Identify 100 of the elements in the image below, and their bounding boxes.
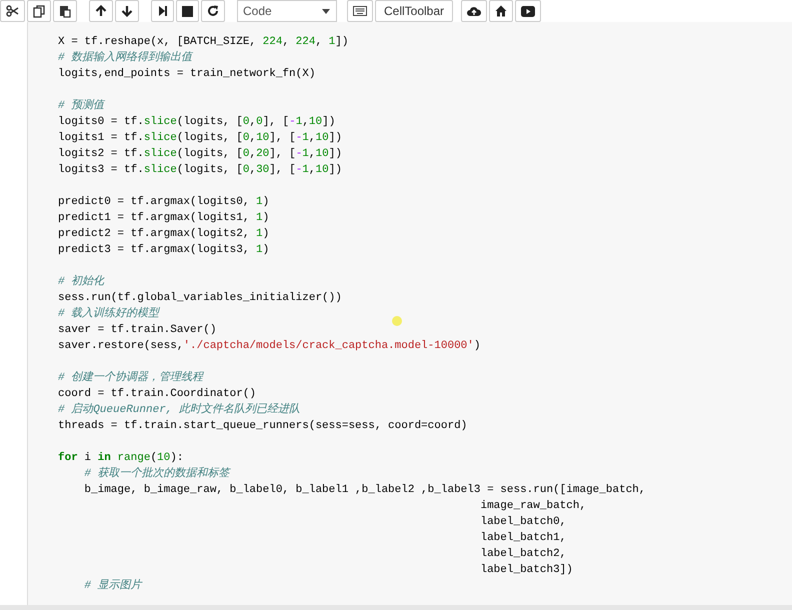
code-text: ) — [262, 212, 270, 224]
step-button[interactable] — [151, 0, 174, 22]
code-text: , — [249, 164, 256, 176]
code-text: ) — [262, 244, 270, 256]
code-text: coord = tf.train.Coordinator() — [58, 388, 256, 400]
code-text: , — [302, 116, 309, 128]
code-text: ]) — [322, 116, 336, 128]
code-comment: # 启动QueueRunner, 此时文件名队列已经进队 — [58, 404, 300, 416]
code-text: ]) — [335, 36, 348, 48]
code-operator: - — [296, 164, 302, 176]
code-text: ) — [474, 340, 480, 352]
keyboard-icon — [353, 6, 367, 16]
step-forward-icon — [158, 5, 168, 17]
code-builtin: range — [116, 452, 150, 464]
code-text: sess.run(tf.global_variables_initializer()) — [58, 292, 342, 304]
code-text: image_raw_batch, — [479, 500, 586, 512]
code-text: ) — [262, 196, 270, 208]
code-number: 1 — [296, 116, 302, 128]
cut-button[interactable] — [0, 0, 25, 22]
code-number: 20 — [256, 148, 270, 160]
code-builtin: slice — [144, 148, 177, 160]
upload-button[interactable] — [461, 0, 488, 22]
code-text: , — [315, 36, 324, 48]
code-number: 10 — [316, 148, 329, 160]
code-number: 10 — [256, 132, 270, 144]
code-comment: # 初始化 — [58, 276, 104, 288]
code-text: predict1 = tf.argmax(logits1, — [58, 212, 250, 224]
code-text: predict2 = tf.argmax(logits2, — [58, 228, 250, 240]
cursor-highlight-icon — [392, 316, 402, 326]
down-button[interactable] — [115, 0, 139, 22]
code-text: ], [ — [269, 164, 296, 176]
code-number: 10 — [308, 116, 322, 128]
code-text: saver.restore(sess, — [58, 340, 184, 352]
code-text: , — [249, 132, 256, 144]
code-text: ], [ — [262, 116, 290, 128]
code-number: 0 — [256, 116, 263, 128]
code-number: 1 — [256, 228, 263, 240]
code-text: , — [249, 148, 256, 160]
code-number: 1 — [302, 148, 309, 160]
code-string: './captcha/models/crack_captcha.model-10000' — [183, 340, 474, 352]
refresh-icon — [207, 5, 219, 17]
code-operator: - — [296, 148, 302, 160]
home-button[interactable] — [489, 0, 514, 22]
stop-button[interactable] — [176, 0, 199, 22]
code-text: saver = tf.train.Saver() — [58, 324, 216, 336]
code-number: 1 — [256, 244, 263, 256]
code-text: label_batch2, — [479, 548, 566, 560]
code-comment: # 创建一个协调器，管理线程 — [58, 372, 204, 384]
code-text: b_image, b_image_raw, b_label0, b_label1 ,b_label2 ,b_label3 = sess.run([image_batch, — [83, 484, 646, 496]
code-keyword: in — [98, 452, 111, 464]
code-text: i — [83, 452, 92, 464]
code-number: 224 — [262, 36, 282, 48]
code-text: ) — [262, 228, 270, 240]
code-text: ], [ — [269, 132, 296, 144]
code-text: ( — [150, 452, 158, 464]
code-comment: # 显示图片 — [83, 580, 142, 592]
cloud-upload-icon — [467, 6, 482, 16]
code-text: ], [ — [269, 148, 296, 160]
code-text: label_batch0, — [479, 516, 566, 528]
code-text: ]) — [328, 148, 342, 160]
code-number: 0 — [242, 132, 250, 144]
cell-toolbar-button[interactable]: CellToolbar — [375, 0, 454, 22]
code-number: 1 — [302, 164, 309, 176]
code-text: , — [249, 116, 256, 128]
copy-button[interactable] — [27, 0, 51, 22]
paste-button[interactable] — [53, 0, 77, 22]
code-text: X = tf.reshape(x, [BATCH_SIZE, — [58, 36, 258, 48]
code-operator: - — [289, 116, 296, 128]
code-text: logits2 = tf. — [58, 148, 144, 160]
copy-icon — [33, 4, 45, 18]
code-text: ): — [170, 452, 184, 464]
code-text: (logits, [ — [176, 148, 243, 160]
restart-button[interactable] — [201, 0, 225, 22]
code-number: 0 — [242, 148, 250, 160]
code-text: logits1 = tf. — [58, 132, 144, 144]
code-text: ]) — [328, 132, 342, 144]
code-keyword: for — [58, 452, 78, 464]
code-text: logits0 = tf. — [58, 116, 144, 128]
code-text: logits,end_points = train_network_fn(X) — [58, 68, 316, 80]
code-text: (logits, [ — [176, 164, 243, 176]
up-button[interactable] — [89, 0, 113, 22]
code-text: (logits, [ — [176, 132, 243, 144]
keyboard-button[interactable] — [347, 0, 373, 22]
stop-icon — [182, 6, 193, 16]
cell-type-dropdown[interactable]: Code — [237, 0, 337, 22]
code-number: 10 — [157, 452, 170, 464]
code-number: 224 — [296, 36, 316, 48]
code-text: ]) — [328, 164, 342, 176]
code-builtin: slice — [144, 164, 177, 176]
code-builtin: slice — [144, 116, 177, 128]
code-text: logits3 = tf. — [58, 164, 144, 176]
scissors-icon — [6, 5, 19, 17]
code-text: , — [308, 164, 316, 176]
arrow-down-icon — [121, 5, 133, 17]
code-text: predict3 = tf.argmax(logits3, — [58, 244, 250, 256]
code-number: 1 — [256, 212, 263, 224]
code-number: 0 — [242, 116, 250, 128]
play-button[interactable] — [515, 0, 542, 22]
code-text: , — [282, 36, 290, 48]
code-number: 10 — [316, 164, 329, 176]
